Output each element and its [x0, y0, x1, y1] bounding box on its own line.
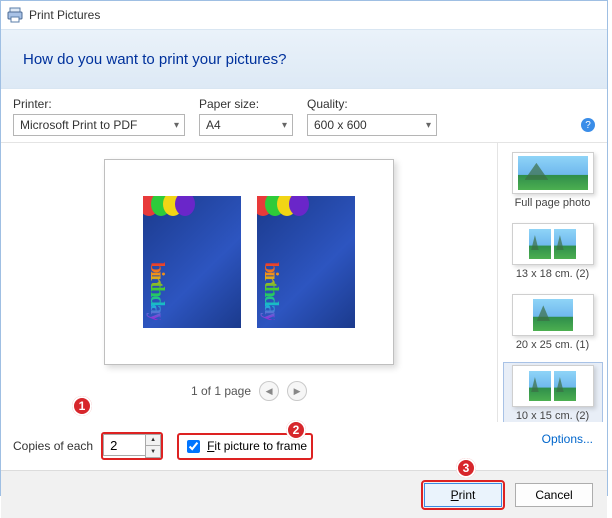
quality-value: 600 x 600	[314, 118, 367, 132]
printer-value: Microsoft Print to PDF	[20, 118, 137, 132]
paper-size-group: Paper size: A4	[199, 97, 293, 136]
fit-picture-checkbox[interactable]	[187, 440, 200, 453]
layout-label: Full page photo	[515, 197, 591, 209]
copies-input[interactable]	[103, 434, 145, 456]
button-bar: Print Cancel	[1, 470, 607, 518]
paper-size-select[interactable]: A4	[199, 114, 293, 136]
header-band: How do you want to print your pictures?	[1, 29, 607, 89]
header-question: How do you want to print your pictures?	[23, 51, 286, 68]
controls-row: Printer: Microsoft Print to PDF Paper si…	[1, 89, 607, 142]
quality-label: Quality:	[307, 97, 437, 111]
window-title: Print Pictures	[29, 8, 100, 22]
copies-up-button[interactable]: ▲	[146, 435, 160, 446]
options-link[interactable]: Options...	[542, 432, 593, 446]
layout-full-page[interactable]: Full page photo	[503, 149, 603, 214]
copies-spinner: ▲ ▼	[101, 432, 163, 460]
preview-image-2: birthday	[257, 196, 355, 328]
next-page-button[interactable]: ▶	[287, 381, 307, 401]
layout-label: 10 x 15 cm. (2)	[516, 410, 589, 422]
callout-1: 1	[72, 396, 92, 416]
printer-label: Printer:	[13, 97, 185, 111]
copies-label: Copies of each	[13, 439, 93, 453]
preview-sheet: birthday birthday	[104, 159, 394, 365]
printer-group: Printer: Microsoft Print to PDF	[13, 97, 185, 136]
preview-area: birthday birthday 1 of 1 page ◀ ▶	[1, 143, 497, 422]
pager: 1 of 1 page ◀ ▶	[191, 381, 307, 401]
layout-label: 20 x 25 cm. (1)	[516, 339, 589, 351]
layout-10x15[interactable]: 10 x 15 cm. (2)	[503, 362, 603, 422]
fit-picture-label: Fit picture to frame	[207, 439, 307, 453]
body-row: birthday birthday 1 of 1 page ◀ ▶ Full p…	[1, 142, 607, 422]
paper-size-value: A4	[206, 118, 221, 132]
copies-down-button[interactable]: ▼	[146, 446, 160, 457]
paper-size-label: Paper size:	[199, 97, 293, 111]
print-button[interactable]: Print	[424, 483, 502, 507]
layout-panel[interactable]: Full page photo 13 x 18 cm. (2) 20 x 25 …	[497, 143, 607, 422]
quality-group: Quality: 600 x 600	[307, 97, 437, 136]
title-bar: Print Pictures	[1, 1, 607, 29]
help-icon[interactable]: ?	[581, 118, 595, 132]
cancel-button[interactable]: Cancel	[515, 483, 593, 507]
page-indicator: 1 of 1 page	[191, 384, 251, 398]
preview-image-1: birthday	[143, 196, 241, 328]
callout-2: 2	[286, 420, 306, 440]
printer-select[interactable]: Microsoft Print to PDF	[13, 114, 185, 136]
layout-20x25[interactable]: 20 x 25 cm. (1)	[503, 291, 603, 356]
layout-label: 13 x 18 cm. (2)	[516, 268, 589, 280]
layout-13x18[interactable]: 13 x 18 cm. (2)	[503, 220, 603, 285]
print-button-label: rint	[459, 488, 476, 502]
callout-3: 3	[456, 458, 476, 478]
quality-select[interactable]: 600 x 600	[307, 114, 437, 136]
print-pictures-dialog: Print Pictures How do you want to print …	[0, 0, 608, 496]
printer-icon	[7, 7, 23, 23]
prev-page-button[interactable]: ◀	[259, 381, 279, 401]
